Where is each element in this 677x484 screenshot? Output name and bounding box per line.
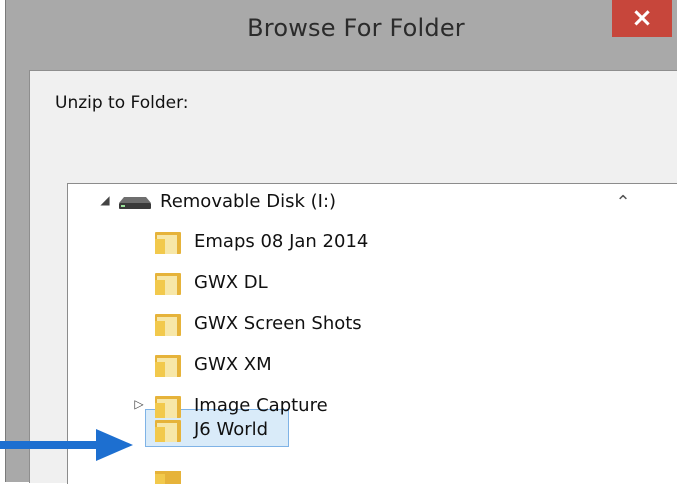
tree-node-label: J6 World — [194, 419, 269, 440]
tree-node-label: GWX DL — [194, 272, 268, 293]
folder-icon — [155, 355, 181, 377]
close-button[interactable]: × — [612, 0, 672, 37]
removable-drive-icon — [119, 197, 151, 209]
folder-icon — [155, 420, 181, 442]
tree-node-label: GWX Screen Shots — [194, 313, 362, 334]
tree-node-label: Removable Disk (I:) — [160, 191, 337, 212]
tree-node-folder[interactable]: GWX DL — [154, 265, 574, 299]
scroll-up-arrow-icon[interactable]: ⌃ — [604, 184, 642, 220]
vertical-scrollbar[interactable]: ⌃ — [604, 184, 642, 484]
tree-node-label: GWX XM — [194, 354, 272, 375]
title-bar[interactable]: Browse For Folder × — [6, 0, 677, 70]
tree-node-removable-disk[interactable]: ◢ Removable Disk (I:) — [98, 184, 518, 218]
annotation-arrow-icon — [0, 429, 133, 461]
dialog-prompt: Unzip to Folder: — [55, 93, 189, 113]
tree-node-folder[interactable]: Emaps 08 Jan 2014 — [154, 224, 574, 258]
window-title: Browse For Folder — [247, 14, 465, 42]
folder-icon — [155, 273, 181, 295]
tree-node-label: Emaps 08 Jan 2014 — [194, 231, 369, 252]
folder-icon — [155, 232, 181, 254]
folder-tree[interactable]: ◢ Removable Disk (I:) Emaps 08 Jan 2014 — [67, 183, 677, 484]
tree-node-folder-selected[interactable]: J6 World — [154, 412, 294, 446]
dialog-body: Unzip to Folder: ◢ Removable Disk (I:) E… — [29, 70, 677, 484]
dialog-window: Browse For Folder × Unzip to Folder: ◢ R… — [5, 0, 677, 484]
tree-node-folder[interactable]: GWX Screen Shots — [154, 306, 574, 340]
collapse-triangle-icon[interactable]: ◢ — [98, 192, 112, 208]
folder-icon — [155, 314, 181, 336]
expand-triangle-icon[interactable]: ▷ — [132, 396, 146, 412]
tree-node-folder[interactable]: GWX XM — [154, 347, 574, 381]
